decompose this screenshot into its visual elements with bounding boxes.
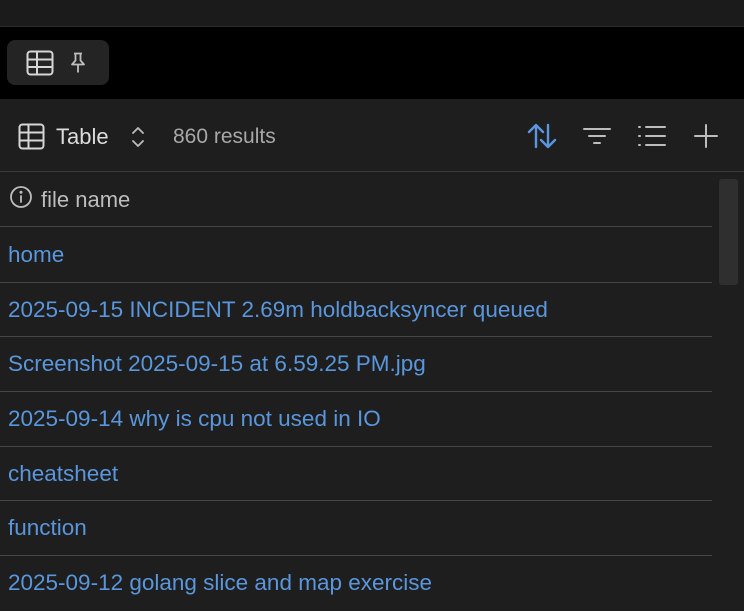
file-link[interactable]: 2025-09-15 INCIDENT 2.69m holdbacksyncer… (8, 297, 548, 323)
table-body: home 2025-09-15 INCIDENT 2.69m holdbacks… (0, 228, 712, 611)
file-link[interactable]: Screenshot 2025-09-15 at 6.59.25 PM.jpg (8, 351, 426, 377)
scrollbar-thumb[interactable] (719, 179, 738, 285)
table-row: cheatsheet (0, 447, 712, 502)
filter-icon (583, 128, 611, 144)
title-bar (0, 0, 744, 27)
table-icon (26, 50, 54, 76)
file-link[interactable]: 2025-09-14 why is cpu not used in IO (8, 406, 381, 432)
tab-table-view[interactable] (7, 40, 109, 85)
view-selector-label[interactable]: Table (56, 124, 109, 150)
table-row: Screenshot 2025-09-15 at 6.59.25 PM.jpg (0, 337, 712, 393)
pin-icon[interactable] (68, 52, 88, 74)
table-row: 2025-09-12 golang slice and map exercise (0, 556, 712, 611)
add-property-button[interactable] (692, 121, 720, 156)
view-toolbar: Table 860 results (0, 99, 744, 172)
results-count: 860 results (173, 125, 276, 148)
column-header-file-name[interactable]: file name (0, 173, 712, 227)
plus-icon (694, 124, 718, 148)
sort-icon (527, 123, 557, 149)
filter-button[interactable] (582, 121, 612, 156)
tab-bar (0, 27, 744, 99)
sort-button[interactable] (526, 121, 558, 156)
table-row: 2025-09-14 why is cpu not used in IO (0, 392, 712, 447)
file-link[interactable]: 2025-09-12 golang slice and map exercise (8, 570, 432, 596)
info-icon (9, 185, 33, 214)
table-row: home (0, 228, 712, 283)
table-icon[interactable] (18, 123, 45, 155)
properties-button[interactable] (637, 121, 667, 156)
file-link[interactable]: cheatsheet (8, 461, 118, 487)
properties-icon (638, 126, 666, 146)
column-header-label: file name (41, 186, 131, 212)
file-link[interactable]: home (8, 242, 64, 268)
table-row: 2025-09-15 INCIDENT 2.69m holdbacksyncer… (0, 283, 712, 338)
table-row: function (0, 501, 712, 557)
file-link[interactable]: function (8, 515, 87, 541)
chevron-updown-icon[interactable] (129, 124, 147, 155)
